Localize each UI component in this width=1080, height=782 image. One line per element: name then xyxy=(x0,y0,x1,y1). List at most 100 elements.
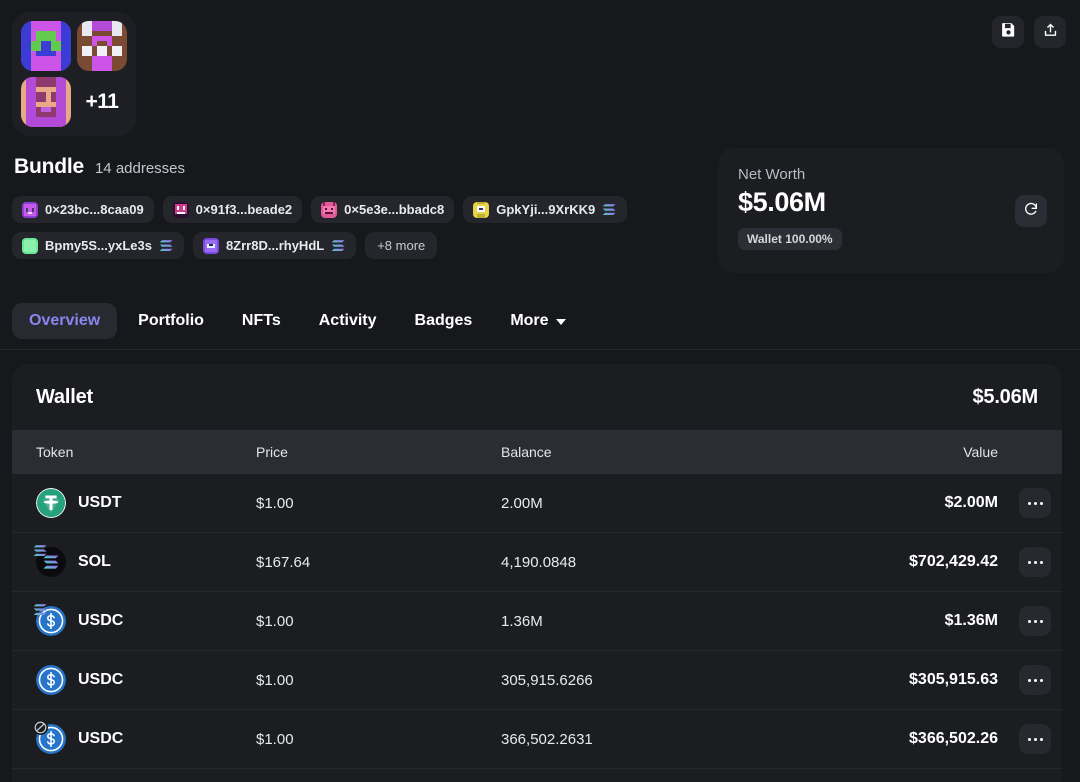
address-avatar-icon xyxy=(173,202,189,218)
table-row[interactable]: USDT $1.00 2.00M $2.00M xyxy=(12,474,1062,533)
share-button[interactable] xyxy=(1034,16,1066,48)
refresh-button[interactable] xyxy=(1015,195,1047,227)
table-header-row: Token Price Balance Value xyxy=(12,430,1062,474)
address-chip-list: 0×23bc...8caa09 0×91f3...beade2 xyxy=(12,196,692,259)
column-header-balance[interactable]: Balance xyxy=(501,444,790,460)
dot xyxy=(1028,738,1031,741)
wallet-card: Wallet $5.06M Token Price Balance Value … xyxy=(12,364,1062,782)
token-symbol: USDT xyxy=(78,494,122,512)
bundle-avatar-cluster[interactable]: +11 xyxy=(12,12,136,136)
refresh-icon xyxy=(1023,201,1039,222)
row-menu-button[interactable] xyxy=(1019,547,1051,577)
table-row[interactable]: SOL $167.64 4,190.0848 $702,429.42 xyxy=(12,533,1062,592)
tab-label: Badges xyxy=(415,312,473,330)
token-value: $1.36M xyxy=(790,612,1008,630)
token-icon-wrap xyxy=(36,665,66,695)
wallet-share-badge: Wallet 100.00% xyxy=(738,228,842,250)
dot xyxy=(1034,561,1037,564)
address-avatar-icon xyxy=(203,238,219,254)
dot xyxy=(1040,502,1043,505)
address-chip[interactable]: 0×5e3e...bbadc8 xyxy=(311,196,454,223)
token-symbol: SOL xyxy=(78,553,111,571)
tab-badges[interactable]: Badges xyxy=(398,303,490,339)
chain-badge-icon xyxy=(33,720,48,735)
tab-label: More xyxy=(510,312,548,330)
solana-chain-icon xyxy=(33,602,48,617)
dot xyxy=(1034,502,1037,505)
address-chip[interactable]: 0×23bc...8caa09 xyxy=(12,196,154,223)
token-icon-wrap xyxy=(36,547,66,577)
dot xyxy=(1040,561,1043,564)
top-action-bar xyxy=(992,16,1066,48)
chevron-down-icon xyxy=(556,319,566,325)
token-price: $1.00 xyxy=(256,613,501,630)
token-icon-wrap xyxy=(36,606,66,636)
page-title: Bundle xyxy=(14,155,84,179)
row-menu-button[interactable] xyxy=(1019,606,1051,636)
net-worth-value: $5.06M xyxy=(738,187,1044,218)
avatar xyxy=(77,21,127,71)
token-balance: 1.36M xyxy=(501,613,790,630)
address-chip[interactable]: 0×91f3...beade2 xyxy=(163,196,302,223)
tab-nfts[interactable]: NFTs xyxy=(225,303,298,339)
dot xyxy=(1028,620,1031,623)
token-symbol: USDC xyxy=(78,730,123,748)
save-button[interactable] xyxy=(992,16,1024,48)
address-chip[interactable]: Bpmy5S...yxLe3s xyxy=(12,232,184,259)
net-worth-label: Net Worth xyxy=(738,166,1044,183)
address-label: 0×5e3e...bbadc8 xyxy=(344,202,444,217)
dot xyxy=(1028,679,1031,682)
tab-label: NFTs xyxy=(242,312,281,330)
token-symbol: USDC xyxy=(78,612,123,630)
net-worth-card: Net Worth $5.06M Wallet 100.00% xyxy=(718,148,1064,273)
token-price: $1.00 xyxy=(256,495,501,512)
wallet-title: Wallet xyxy=(36,386,93,409)
token-price: $167.64 xyxy=(256,554,501,571)
token-balance: 305,915.6266 xyxy=(501,672,790,689)
token-icon-wrap xyxy=(36,724,66,754)
usdt-icon xyxy=(36,488,66,518)
token-price: $1.00 xyxy=(256,731,501,748)
address-label: 0×91f3...beade2 xyxy=(196,202,292,217)
address-chip[interactable]: 8Zrr8D...rhyHdL xyxy=(193,232,356,259)
tab-activity[interactable]: Activity xyxy=(302,303,394,339)
token-value: $2.00M xyxy=(790,494,1008,512)
table-row[interactable]: USDC $1.00 366,502.2631 $366,502.26 xyxy=(12,710,1062,769)
token-price: $1.00 xyxy=(256,672,501,689)
token-symbol: USDC xyxy=(78,671,123,689)
tab-portfolio[interactable]: Portfolio xyxy=(121,303,221,339)
usdc-icon xyxy=(36,665,66,695)
address-label: GpkYji...9XrKK9 xyxy=(496,202,595,217)
row-menu-button[interactable] xyxy=(1019,724,1051,754)
address-avatar-icon xyxy=(321,202,337,218)
main-tabs: Overview Portfolio NFTs Activity Badges … xyxy=(12,303,583,339)
solana-chain-icon xyxy=(602,203,617,216)
more-addresses-chip[interactable]: +8 more xyxy=(365,232,437,259)
tab-label: Portfolio xyxy=(138,312,204,330)
dot xyxy=(1034,620,1037,623)
token-balance: 366,502.2631 xyxy=(501,731,790,748)
bundle-header: Bundle 14 addresses xyxy=(14,155,185,179)
column-header-price[interactable]: Price xyxy=(256,444,501,460)
solana-chain-icon xyxy=(331,239,346,252)
share-upload-icon xyxy=(1042,21,1059,43)
table-row[interactable]: USDC $1.00 1.36M $1.36M xyxy=(12,592,1062,651)
column-header-token[interactable]: Token xyxy=(12,444,256,460)
column-header-value[interactable]: Value xyxy=(790,444,1008,460)
row-menu-button[interactable] xyxy=(1019,488,1051,518)
token-value: $305,915.63 xyxy=(790,671,1008,689)
tab-overview[interactable]: Overview xyxy=(12,303,117,339)
address-chip[interactable]: GpkYji...9XrKK9 xyxy=(463,196,627,223)
tabs-divider xyxy=(0,349,1080,350)
address-count-label: 14 addresses xyxy=(95,160,185,177)
address-label: 0×23bc...8caa09 xyxy=(45,202,144,217)
avatar-overflow-count: +11 xyxy=(77,77,127,127)
address-label: Bpmy5S...yxLe3s xyxy=(45,238,152,253)
floppy-disk-icon xyxy=(1000,21,1017,43)
table-row[interactable]: USDC $1.00 305,915.6266 $305,915.63 xyxy=(12,651,1062,710)
tab-more[interactable]: More xyxy=(493,303,582,339)
solana-chain-icon xyxy=(159,239,174,252)
row-menu-button[interactable] xyxy=(1019,665,1051,695)
token-balance: 2.00M xyxy=(501,495,790,512)
tab-label: Activity xyxy=(319,312,377,330)
